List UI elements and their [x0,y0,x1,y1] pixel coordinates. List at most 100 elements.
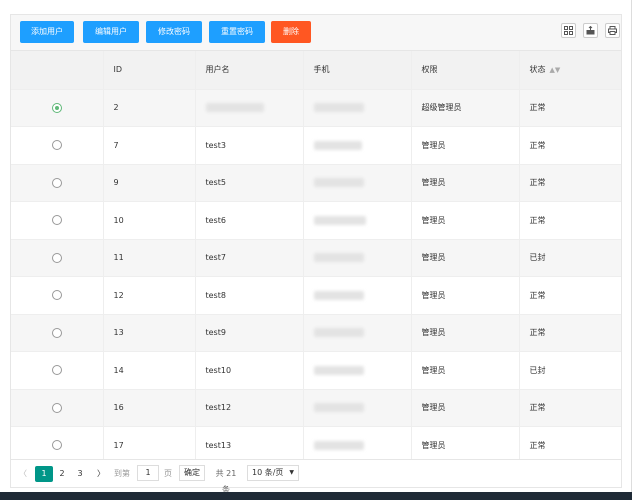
row-id: 10 [103,201,196,240]
page-size-select[interactable]: 10 条/页 ▼ [247,465,299,481]
row-select-cell[interactable] [11,389,104,427]
table-row[interactable]: 14 test10 管理员 已封 [11,351,621,390]
page-3[interactable]: 3 [73,466,87,482]
row-radio[interactable] [51,177,62,188]
user-table: ID 用户名 手机 权限 状态 ▲▼ 2 超级管理员 正常 7 test3 管理… [11,51,621,465]
phone-column-header: 手机 [303,51,412,90]
sort-icon[interactable]: ▲▼ [550,66,561,74]
row-select-cell[interactable] [11,276,104,315]
status-column-header[interactable]: 状态 ▲▼ [519,51,621,90]
row-username: test6 [195,201,304,240]
row-select-cell[interactable] [11,314,104,352]
row-id: 12 [103,276,196,315]
table-row[interactable]: 7 test3 管理员 正常 [11,126,621,165]
table-toolbar: 添加用户 编辑用户 修改密码 重置密码 删除 [11,15,621,51]
dropdown-arrow-icon: ▼ [289,469,294,476]
row-role: 管理员 [411,351,520,390]
row-select-cell[interactable] [11,239,104,277]
row-status: 正常 [519,389,621,427]
row-radio[interactable] [51,140,62,151]
goto-confirm-button[interactable]: 确定 [179,465,205,481]
row-radio[interactable] [51,252,62,263]
goto-page-input[interactable]: 1 [137,465,159,481]
row-phone-blurred [303,389,412,427]
status-header-label: 状态 [529,65,546,75]
row-select-cell[interactable] [11,351,104,390]
row-status: 正常 [519,314,621,352]
delete-button[interactable]: 删除 [271,21,311,43]
row-radio[interactable] [51,365,62,376]
role-column-header: 权限 [411,51,520,90]
add-user-button[interactable]: 添加用户 [20,21,74,43]
row-role: 管理员 [411,239,520,277]
edit-user-button[interactable]: 编辑用户 [83,21,139,43]
blurred-phone [313,215,366,225]
blurred-phone [313,140,362,150]
row-radio[interactable] [51,440,62,451]
prev-page-icon[interactable]: 〈 [17,466,29,482]
row-role: 管理员 [411,164,520,202]
columns-icon[interactable] [561,23,576,38]
row-status: 已封 [519,351,621,390]
row-username: test3 [195,126,304,165]
row-id: 11 [103,239,196,277]
select-column-header [11,51,104,90]
row-radio[interactable] [51,215,62,226]
table-row[interactable]: 12 test8 管理员 正常 [11,276,621,315]
table-row[interactable]: 2 超级管理员 正常 [11,89,621,127]
row-id: 2 [103,89,196,127]
blurred-phone [313,328,364,338]
goto-label: 到第 [114,469,130,478]
row-id: 9 [103,164,196,202]
row-radio[interactable] [51,327,62,338]
page-1-current[interactable]: 1 [35,466,53,482]
page-2[interactable]: 2 [55,466,69,482]
reset-password-button[interactable]: 重置密码 [209,21,265,43]
blurred-username [205,103,264,113]
row-username-blurred [195,89,304,127]
row-status: 正常 [519,89,621,127]
blurred-phone [313,365,364,375]
row-status: 正常 [519,164,621,202]
row-role: 管理员 [411,389,520,427]
username-column-header: 用户名 [195,51,304,90]
row-role: 管理员 [411,314,520,352]
table-header-row: ID 用户名 手机 权限 状态 ▲▼ [11,51,621,90]
row-select-cell[interactable] [11,164,104,202]
row-status: 正常 [519,276,621,315]
row-radio[interactable] [51,290,62,301]
blurred-phone [313,290,364,300]
row-phone-blurred [303,351,412,390]
blurred-phone [313,253,364,263]
row-status: 正常 [519,126,621,165]
blurred-phone [313,440,364,450]
table-row[interactable]: 16 test12 管理员 正常 [11,389,621,427]
print-icon[interactable] [605,23,620,38]
row-phone-blurred [303,239,412,277]
row-radio-selected[interactable] [51,102,62,113]
page-size-value: 10 条/页 [252,468,284,477]
export-icon[interactable] [583,23,598,38]
table-row[interactable]: 11 test7 管理员 已封 [11,239,621,277]
row-status: 正常 [519,201,621,240]
id-column-header: ID [103,51,196,90]
row-username: test8 [195,276,304,315]
page-unit-label: 页 [164,469,172,478]
next-page-icon[interactable]: 〉 [95,466,107,482]
row-select-cell[interactable] [11,89,104,127]
row-phone-blurred [303,126,412,165]
row-id: 14 [103,351,196,390]
table-row[interactable]: 10 test6 管理员 正常 [11,201,621,240]
row-status: 已封 [519,239,621,277]
row-role: 超级管理员 [411,89,520,127]
row-select-cell[interactable] [11,201,104,240]
row-role: 管理员 [411,126,520,165]
row-select-cell[interactable] [11,126,104,165]
row-phone-blurred [303,201,412,240]
row-radio[interactable] [51,402,62,413]
change-password-button[interactable]: 修改密码 [146,21,202,43]
row-username: test12 [195,389,304,427]
table-row[interactable]: 13 test9 管理员 正常 [11,314,621,352]
row-role: 管理员 [411,276,520,315]
table-row[interactable]: 9 test5 管理员 正常 [11,164,621,202]
